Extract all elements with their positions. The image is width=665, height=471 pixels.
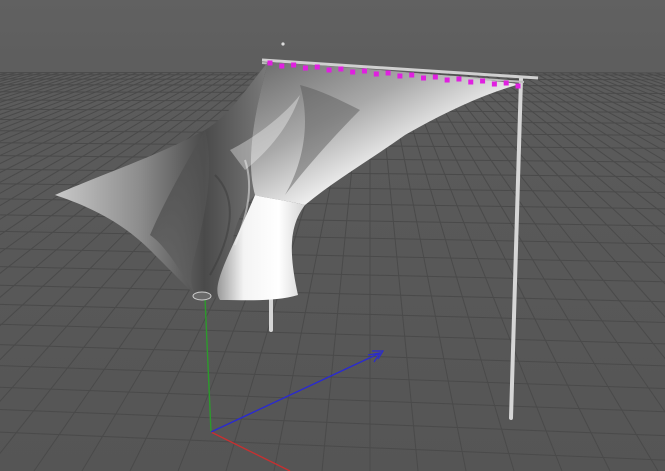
pin-point[interactable] xyxy=(515,83,521,89)
pin-point[interactable] xyxy=(361,68,367,74)
light-marker[interactable] xyxy=(281,42,285,46)
pin-point[interactable] xyxy=(397,73,403,79)
pin-point[interactable] xyxy=(267,60,273,66)
pin-point[interactable] xyxy=(480,78,486,84)
pin-point[interactable] xyxy=(314,64,320,70)
pin-point[interactable] xyxy=(409,72,415,78)
pin-point[interactable] xyxy=(456,76,462,82)
pin-point[interactable] xyxy=(350,69,356,75)
pin-point[interactable] xyxy=(491,81,497,87)
pin-point[interactable] xyxy=(468,79,474,85)
pin-point[interactable] xyxy=(503,80,509,86)
cloth-bottom-corner xyxy=(192,291,212,301)
pin-point[interactable] xyxy=(421,75,427,81)
pin-point[interactable] xyxy=(279,63,285,69)
pin-point[interactable] xyxy=(444,77,450,83)
pin-point[interactable] xyxy=(338,66,344,72)
pin-point[interactable] xyxy=(326,67,332,73)
pin-point[interactable] xyxy=(432,74,438,80)
pin-point[interactable] xyxy=(385,70,391,76)
pin-point[interactable] xyxy=(291,62,297,68)
3d-viewport[interactable] xyxy=(0,0,665,471)
scene-svg[interactable] xyxy=(0,0,665,471)
pin-point[interactable] xyxy=(373,71,379,77)
pin-point[interactable] xyxy=(302,65,308,71)
